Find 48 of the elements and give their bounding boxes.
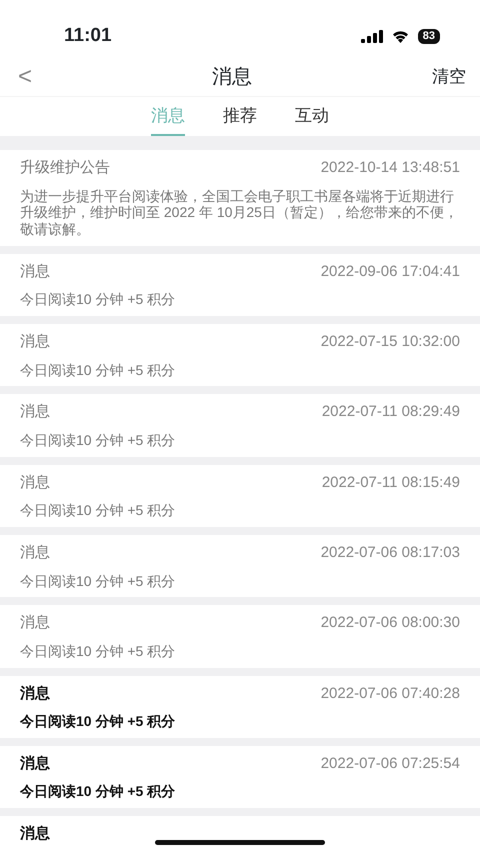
message-body: 今日阅读10 分钟 +5 积分 [20,713,176,730]
message-time: 2022-07-06 07:25:54 [320,754,460,774]
page-title: 消息 [212,65,252,90]
message-title: 消息 [20,472,50,493]
message-body: 今日阅读10 分钟 +5 积分 [20,502,176,520]
message-title: 消息 [20,824,50,844]
message-body: 今日阅读10 分钟 +5 积分 [20,362,176,378]
message-time: 2022-07-06 07:40:28 [320,684,460,704]
signal-icon [360,30,383,42]
tab[interactable]: 推荐 [223,96,257,136]
message-item[interactable]: 消息 [0,816,480,853]
message-item[interactable]: 升级维护公告 2022-10-14 13:48:51 为进一步提升平台阅读体验，全国工会电子职工书屋各端将于近期进行升级维护，维护时间至 2022 年 10月25日（暂定），给您带来的不便，敬请谅解。 [0,150,480,246]
message-title: 消息 [20,262,50,282]
wifi-icon [390,29,410,43]
message-title: 消息 [20,543,50,564]
message-time: 2022-07-11 08:29:49 [322,402,460,422]
message-time: 2022-07-11 08:15:49 [322,472,460,493]
back-button[interactable]: < [18,65,32,89]
tab[interactable]: 消息 [151,96,185,136]
clear-button[interactable]: 清空 [432,64,466,90]
message-body: 今日阅读10 分钟 +5 积分 [20,783,176,800]
message-time: 2022-07-06 08:00:30 [320,613,460,634]
message-item[interactable]: 消息 2022-07-06 08:00:30 今日阅读10 分钟 +5 积分 [0,605,480,668]
message-time: 2022-09-06 17:04:41 [320,262,460,282]
message-body: 为进一步提升平台阅读体验，全国工会电子职工书屋各端将于近期进行升级维护，维护时间至 2022 年 10月25日（暂定），给您带来的不便，敬请谅解。 [20,188,459,238]
message-title: 消息 [20,754,50,774]
message-body: 今日阅读10 分钟 +5 积分 [20,291,176,308]
message-item[interactable]: 消息 2022-07-06 08:17:03 今日阅读10 分钟 +5 积分 [0,535,480,598]
message-item[interactable]: 消息 2022-09-06 17:04:41 今日阅读10 分钟 +5 积分 [0,254,480,316]
message-title: 升级维护公告 [20,158,110,178]
message-time: 2022-10-14 13:48:51 [320,158,460,178]
message-item[interactable]: 消息 2022-07-11 08:29:49 今日阅读10 分钟 +5 积分 [0,394,480,457]
clock: 11:01 [64,24,112,48]
message-title: 消息 [20,332,50,352]
message-item[interactable]: 消息 2022-07-06 07:40:28 今日阅读10 分钟 +5 积分 [0,676,480,738]
battery-indicator: 83 [418,28,440,44]
message-title: 消息 [20,684,50,704]
message-time: 2022-07-15 10:32:00 [320,332,460,352]
message-time: 2022-07-06 08:17:03 [320,543,460,564]
message-item[interactable]: 消息 2022-07-11 08:15:49 今日阅读10 分钟 +5 积分 [0,464,480,528]
message-title: 消息 [20,613,50,634]
message-body: 今日阅读10 分钟 +5 积分 [20,642,176,660]
message-body: 今日阅读10 分钟 +5 积分 [20,572,176,590]
message-body: 今日阅读10 分钟 +5 积分 [20,432,176,449]
message-item[interactable]: 消息 2022-07-06 07:25:54 今日阅读10 分钟 +5 积分 [0,746,480,808]
tab[interactable]: 互动 [295,96,329,136]
message-title: 消息 [20,402,50,422]
message-item[interactable]: 消息 2022-07-15 10:32:00 今日阅读10 分钟 +5 积分 [0,324,480,386]
